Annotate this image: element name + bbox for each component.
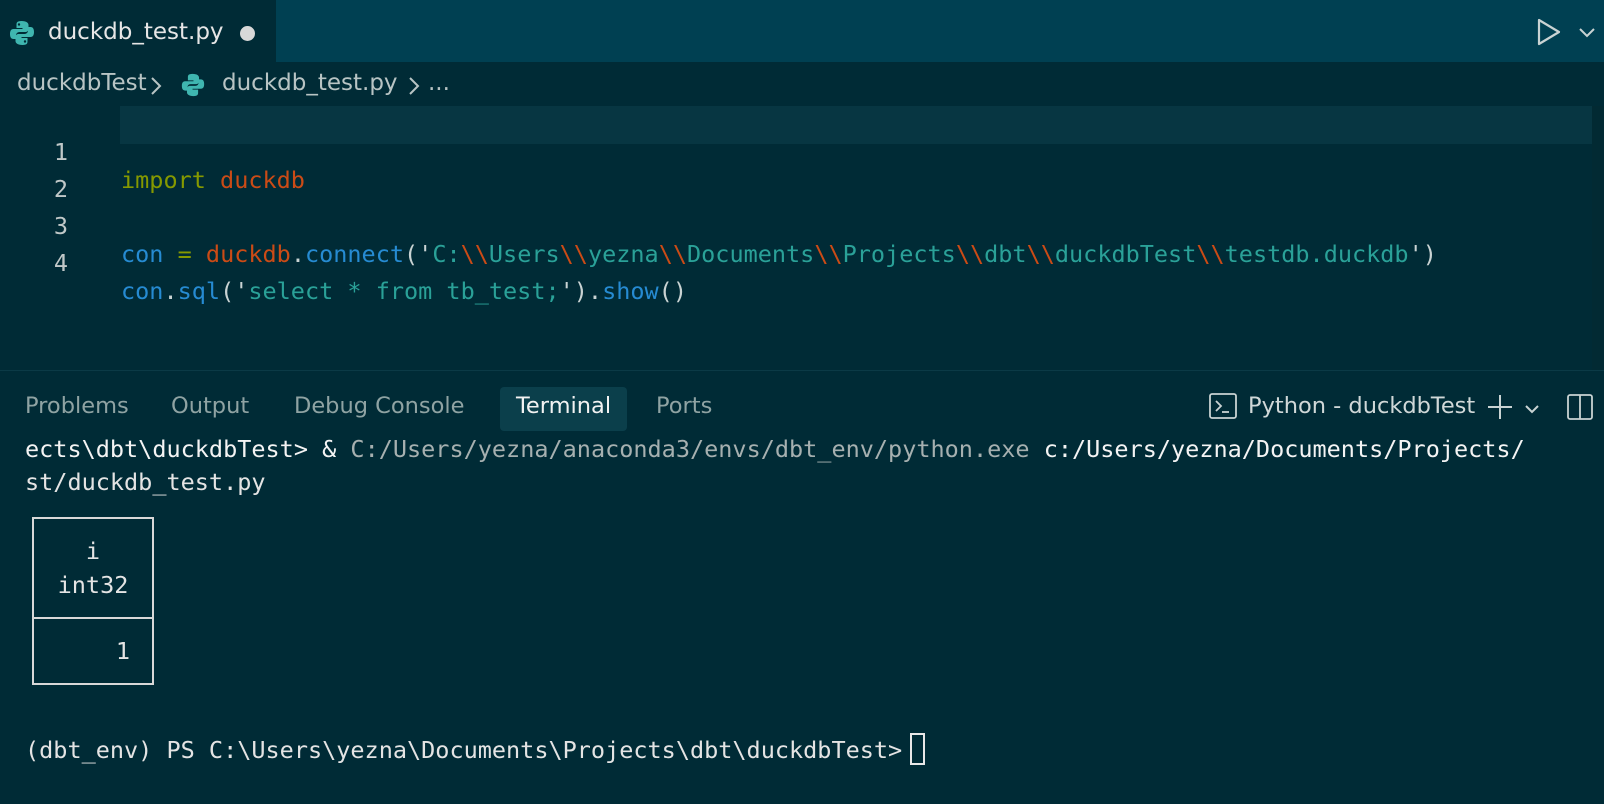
plus-icon[interactable]: [1486, 393, 1514, 425]
python-file-icon: [180, 72, 206, 102]
variable: con: [121, 240, 164, 268]
punctuation: .: [290, 240, 305, 268]
string-part: Projects: [842, 240, 956, 268]
python-file-icon: [8, 19, 36, 51]
chevron-down-icon[interactable]: [1578, 24, 1596, 43]
code-line-2[interactable]: 2: [0, 147, 68, 203]
tab-debug-console[interactable]: Debug Console: [278, 387, 480, 431]
terminal-icon[interactable]: [1208, 391, 1238, 425]
column-name: i: [85, 537, 101, 565]
code-line-3[interactable]: 3 con = duckdb.connect('C:\\Users\\yezna…: [0, 184, 1437, 268]
column-type: int32: [57, 571, 129, 599]
string-escape: \\: [814, 240, 843, 268]
string-part: yezna: [587, 240, 659, 268]
editor-scrollbar[interactable]: [1592, 106, 1604, 370]
breadcrumb-more[interactable]: ...: [428, 70, 450, 96]
string-escape: \\: [559, 240, 588, 268]
variable: con: [121, 277, 164, 305]
string-escape: \\: [1026, 240, 1055, 268]
string-escape: \\: [955, 240, 985, 268]
tab-output[interactable]: Output: [155, 387, 265, 431]
string-part: Users: [488, 240, 560, 268]
string-part: C:: [432, 240, 461, 268]
run-icon[interactable]: [1536, 18, 1562, 50]
chevron-down-icon[interactable]: [1524, 401, 1540, 420]
string-escape: \\: [658, 240, 687, 268]
code-line-4[interactable]: 4 con.sql('select * from tb_test;').show…: [0, 221, 687, 305]
string-part: duckdbTest: [1054, 240, 1197, 268]
module-name: duckdb: [220, 166, 305, 194]
operator: =: [177, 240, 192, 268]
terminal-command-continuation: st/duckdb_test.py: [25, 468, 266, 496]
tab-ports[interactable]: Ports: [640, 387, 728, 431]
terminal-prompt: (dbt_env) PS C:\Users\yezna\Documents\Pr…: [25, 733, 926, 765]
string-part: testdb.duckdb: [1224, 240, 1409, 268]
breadcrumb-file[interactable]: duckdb_test.py: [222, 70, 398, 96]
chevron-right-icon: [150, 76, 162, 100]
chevron-right-icon: [408, 76, 420, 100]
bottom-panel: Problems Output Debug Console Terminal P…: [0, 370, 1604, 804]
unsaved-indicator[interactable]: [240, 26, 255, 41]
punctuation: .: [587, 277, 603, 305]
function-name: connect: [304, 240, 405, 268]
code-editor[interactable]: 1 import duckdb 2 3 con = duckdb.connect…: [0, 106, 1604, 370]
keyword: import: [121, 166, 206, 194]
terminal-command-line: ects\dbt\duckdbTest> & C:/Users/yezna/an…: [25, 435, 1525, 463]
terminal-output[interactable]: ects\dbt\duckdbTest> & C:/Users/yezna/an…: [0, 435, 1604, 804]
string-part: dbt: [984, 240, 1027, 268]
result-value: 1: [115, 637, 130, 665]
tab-problems[interactable]: Problems: [9, 387, 145, 431]
result-table-header: i int32: [34, 519, 152, 619]
breadcrumb-folder[interactable]: duckdbTest: [17, 70, 147, 96]
punctuation: (': [404, 240, 433, 268]
string-escape: \\: [1196, 240, 1225, 268]
tab-duckdb-test-py[interactable]: duckdb_test.py: [0, 0, 276, 62]
function-name: sql: [177, 277, 221, 305]
current-line-highlight: [120, 106, 1594, 144]
punctuation: '): [1408, 240, 1437, 268]
line-number: 4: [53, 249, 68, 277]
result-table: i int32 1: [32, 517, 154, 685]
tab-terminal[interactable]: Terminal: [500, 387, 628, 431]
breadcrumb: duckdbTest duckdb_test.py ...: [0, 62, 1604, 106]
string-escape: \\: [460, 240, 489, 268]
tab-label: duckdb_test.py: [48, 19, 224, 45]
editor-tab-bar: duckdb_test.py: [0, 0, 1604, 62]
split-panel-icon[interactable]: [1566, 393, 1594, 425]
punctuation: (): [658, 277, 687, 305]
terminal-name[interactable]: Python - duckdbTest: [1248, 393, 1475, 419]
string-part: Documents: [687, 240, 815, 268]
string-literal: select * from tb_test;: [248, 277, 560, 305]
terminal-cursor: [910, 733, 926, 765]
punctuation: '): [559, 277, 588, 305]
code-line-1[interactable]: 1 import duckdb: [0, 110, 305, 194]
punctuation: .: [163, 277, 178, 305]
punctuation: (': [220, 277, 249, 305]
function-name: show: [602, 277, 659, 305]
module-name: duckdb: [205, 240, 291, 268]
